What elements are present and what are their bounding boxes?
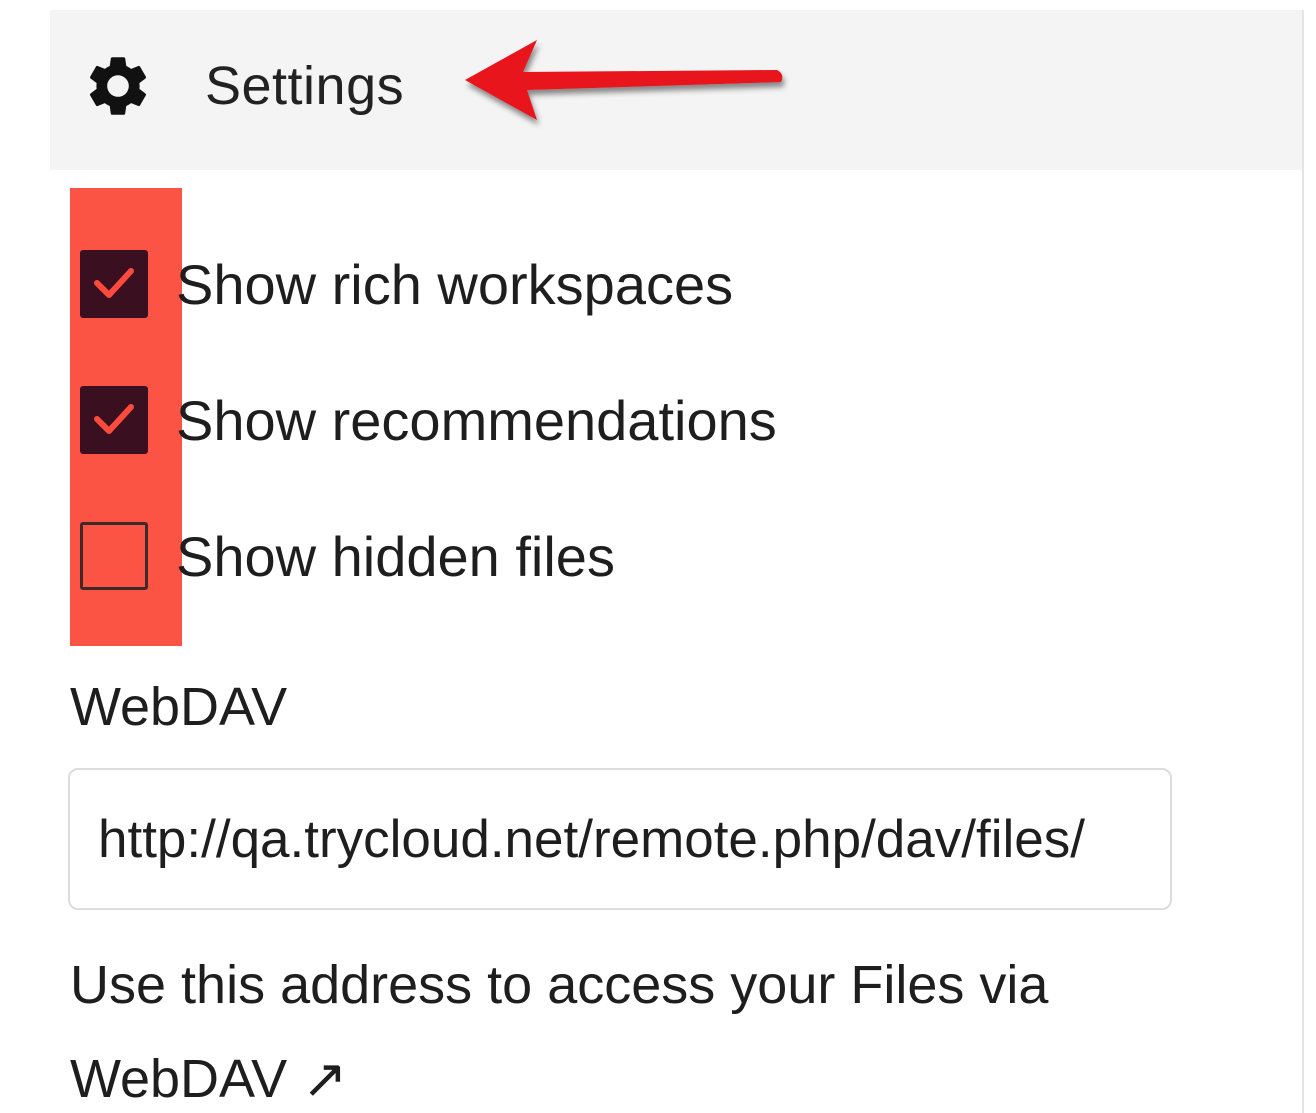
gear-icon[interactable] bbox=[82, 50, 154, 122]
checkbox-hidden-files[interactable] bbox=[80, 522, 148, 590]
webdav-heading: WebDAV bbox=[70, 677, 288, 737]
check-icon bbox=[94, 404, 134, 434]
option-label[interactable]: Show recommendations bbox=[176, 386, 777, 456]
annotation-arrow bbox=[465, 40, 783, 120]
checkbox-rich-workspaces[interactable] bbox=[80, 250, 148, 318]
webdav-url-field[interactable] bbox=[68, 768, 1172, 910]
checkbox-recommendations[interactable] bbox=[80, 386, 148, 454]
option-label[interactable]: Show hidden files bbox=[176, 522, 615, 592]
settings-title[interactable]: Settings bbox=[205, 54, 404, 118]
option-label[interactable]: Show rich workspaces bbox=[176, 250, 733, 320]
check-icon bbox=[94, 268, 134, 298]
panel-divider bbox=[1302, 10, 1304, 1113]
webdav-help-text: Use this address to access your Files vi… bbox=[70, 955, 1049, 1015]
webdav-help: Use this address to access your Files vi… bbox=[70, 938, 1270, 1113]
webdav-docs-link[interactable]: WebDAV ↗ bbox=[70, 1049, 347, 1109]
settings-panel: Settings Show rich workspaces Show recom… bbox=[0, 0, 1316, 1113]
